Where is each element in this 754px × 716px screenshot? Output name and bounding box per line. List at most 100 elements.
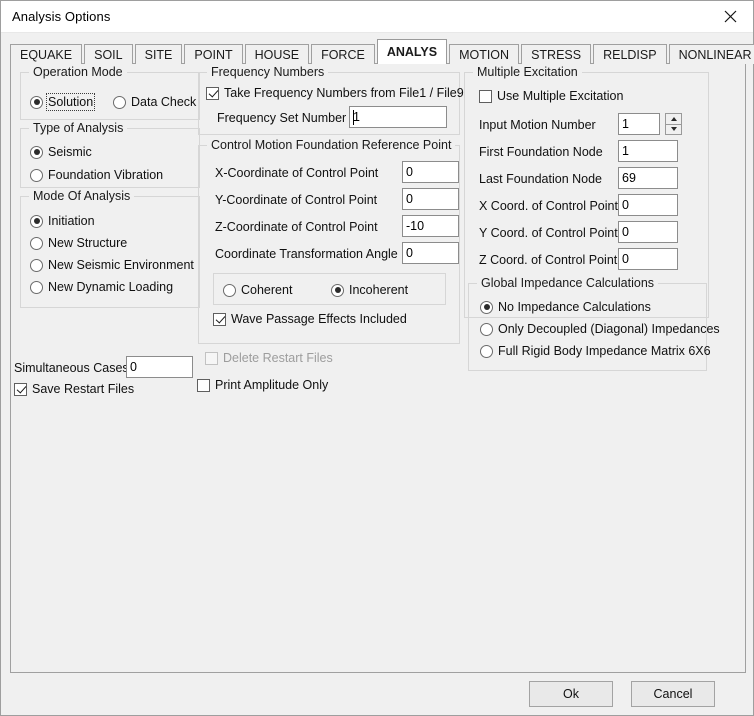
group-type-of-analysis: Type of Analysis Seismic Foundation Vibr… — [20, 121, 200, 188]
x-coord-control-point-input[interactable]: 0 — [618, 194, 678, 216]
radio-no-impedance-calculations-label: No Impedance Calculations — [498, 300, 651, 314]
tab-point[interactable]: POINT — [184, 44, 243, 64]
radio-initiation-label: Initiation — [48, 214, 95, 228]
radio-foundation-vibration[interactable]: Foundation Vibration — [30, 168, 163, 182]
checkbox-save-restart-files-label: Save Restart Files — [32, 382, 135, 396]
checkbox-wave-passage-effects[interactable]: Wave Passage Effects Included — [213, 312, 407, 326]
frequency-set-number-input[interactable]: 1 — [349, 106, 447, 128]
first-foundation-node-input[interactable]: 1 — [618, 140, 678, 162]
radio-new-seismic-environment[interactable]: New Seismic Environment — [30, 258, 194, 272]
tab-nonlinear[interactable]: NONLINEAR — [668, 44, 754, 64]
radio-solution[interactable]: Solution — [30, 93, 96, 111]
ok-button[interactable]: Ok — [529, 681, 613, 707]
radio-mark-icon — [331, 283, 344, 297]
radio-seismic[interactable]: Seismic — [30, 145, 92, 159]
simultaneous-cases-label: Simultaneous Cases — [14, 361, 129, 375]
tab-motion[interactable]: MOTION — [449, 44, 520, 64]
radio-mark-icon — [30, 258, 43, 272]
radio-data-check-label: Data Check — [131, 95, 197, 109]
radio-full-rigid-body-impedance[interactable]: Full Rigid Body Impedance Matrix 6X6 — [480, 344, 711, 358]
z-coord-control-point-input[interactable]: 0 — [618, 248, 678, 270]
arrow-down-glyph — [670, 127, 677, 132]
checkbox-mark-icon — [206, 86, 219, 100]
radio-new-dynamic-loading[interactable]: New Dynamic Loading — [30, 280, 173, 294]
tab-house[interactable]: HOUSE — [244, 44, 310, 64]
y-coord-control-point-input[interactable]: 0 — [618, 221, 678, 243]
radio-incoherent[interactable]: Incoherent — [331, 283, 408, 297]
last-foundation-node-label: Last Foundation Node — [479, 172, 603, 186]
checkbox-print-amplitude-only[interactable]: Print Amplitude Only — [197, 378, 328, 392]
group-control-motion-reference-point: Control Motion Foundation Reference Poin… — [198, 138, 460, 344]
radio-mark-icon — [30, 168, 43, 182]
chevron-down-icon[interactable] — [665, 124, 682, 135]
coordinate-transformation-angle-input[interactable]: 0 — [402, 242, 459, 264]
tab-analys[interactable]: ANALYS — [376, 39, 448, 64]
tab-soil[interactable]: SOIL — [84, 44, 133, 64]
frequency-set-number-label: Frequency Set Number — [217, 111, 347, 125]
radio-mark-icon — [30, 214, 43, 228]
input-motion-number-spinner[interactable] — [665, 113, 682, 135]
analysis-options-dialog: Analysis Options EQUAKE SOIL SITE POINT HOUS… — [0, 0, 754, 716]
checkbox-delete-restart-files-label: Delete Restart Files — [223, 351, 333, 365]
radio-only-decoupled-impedances[interactable]: Only Decoupled (Diagonal) Impedances — [480, 322, 720, 336]
checkbox-save-restart-files[interactable]: Save Restart Files — [14, 382, 134, 396]
close-icon[interactable] — [707, 1, 753, 31]
radio-mark-icon — [480, 300, 493, 314]
z-coordinate-label: Z-Coordinate of Control Point — [215, 220, 378, 234]
checkbox-use-multiple-excitation[interactable]: Use Multiple Excitation — [479, 89, 623, 103]
radio-data-check[interactable]: Data Check — [113, 95, 196, 109]
tab-equake[interactable]: EQUAKE — [10, 44, 83, 64]
radio-seismic-label: Seismic — [48, 145, 92, 159]
y-coordinate-input[interactable]: 0 — [402, 188, 459, 210]
cancel-button[interactable]: Cancel — [631, 681, 715, 707]
tabstrip-container: EQUAKE SOIL SITE POINT HOUSE FORCE ANALYS MOTIO… — [1, 33, 754, 64]
checkbox-delete-restart-files[interactable]: Delete Restart Files — [205, 351, 333, 365]
radio-foundation-vibration-label: Foundation Vibration — [48, 168, 164, 182]
checkbox-use-multiple-excitation-label: Use Multiple Excitation — [497, 89, 624, 103]
tab-force[interactable]: FORCE — [311, 44, 375, 64]
group-mode-of-analysis-legend: Mode Of Analysis — [29, 189, 135, 203]
tab-stress[interactable]: STRESS — [521, 44, 592, 64]
window-title: Analysis Options — [12, 9, 111, 24]
group-operation-mode-legend: Operation Mode — [29, 65, 127, 79]
group-coherence: Coherent Incoherent — [213, 273, 446, 305]
radio-full-rigid-body-impedance-label: Full Rigid Body Impedance Matrix 6X6 — [498, 344, 711, 358]
radio-mark-icon — [113, 95, 126, 109]
radio-new-dynamic-loading-label: New Dynamic Loading — [48, 280, 174, 294]
first-foundation-node-label: First Foundation Node — [479, 145, 603, 159]
checkbox-take-frequency-numbers-label: Take Frequency Numbers from File1 / File… — [224, 86, 464, 100]
group-type-of-analysis-legend: Type of Analysis — [29, 121, 128, 135]
last-foundation-node-input[interactable]: 69 — [618, 167, 678, 189]
radio-new-structure-label: New Structure — [48, 236, 128, 250]
radio-mark-icon — [30, 145, 43, 159]
radio-coherent-label: Coherent — [241, 283, 293, 297]
group-mode-of-analysis: Mode Of Analysis Initiation New Structur… — [20, 189, 200, 308]
radio-new-structure[interactable]: New Structure — [30, 236, 127, 250]
y-coordinate-label: Y-Coordinate of Control Point — [215, 193, 378, 207]
chevron-up-icon[interactable] — [665, 113, 682, 125]
x-coordinate-input[interactable]: 0 — [402, 161, 459, 183]
radio-no-impedance-calculations[interactable]: No Impedance Calculations — [480, 300, 651, 314]
radio-mark-icon — [480, 322, 493, 336]
group-operation-mode: Operation Mode Solution Data Check — [20, 65, 200, 120]
simultaneous-cases-input[interactable]: 0 — [126, 356, 193, 378]
z-coordinate-input[interactable]: -10 — [402, 215, 459, 237]
group-frequency-numbers: Frequency Numbers Take Frequency Numbers… — [198, 65, 464, 135]
checkbox-take-frequency-numbers[interactable]: Take Frequency Numbers from File1 / File… — [206, 86, 464, 100]
tab-reldisp[interactable]: RELDISP — [593, 44, 667, 64]
radio-only-decoupled-impedances-label: Only Decoupled (Diagonal) Impedances — [498, 322, 720, 336]
checkbox-mark-icon — [213, 312, 226, 326]
checkbox-wave-passage-effects-label: Wave Passage Effects Included — [231, 312, 407, 326]
y-coord-control-point-label: Y Coord. of Control Point — [479, 226, 618, 240]
x-coordinate-label: X-Coordinate of Control Point — [215, 166, 379, 180]
coordinate-transformation-angle-label: Coordinate Transformation Angle — [215, 247, 398, 261]
checkbox-print-amplitude-only-label: Print Amplitude Only — [215, 378, 329, 392]
tab-site[interactable]: SITE — [134, 44, 183, 64]
group-global-impedance: Global Impedance Calculations No Impedan… — [468, 276, 720, 371]
input-motion-number-label: Input Motion Number — [479, 118, 596, 132]
radio-coherent[interactable]: Coherent — [223, 283, 292, 297]
checkbox-mark-icon — [14, 382, 27, 396]
group-multiple-excitation: Multiple Excitation Use Multiple Excitat… — [464, 65, 720, 371]
radio-initiation[interactable]: Initiation — [30, 214, 95, 228]
input-motion-number-input[interactable]: 1 — [618, 113, 660, 135]
